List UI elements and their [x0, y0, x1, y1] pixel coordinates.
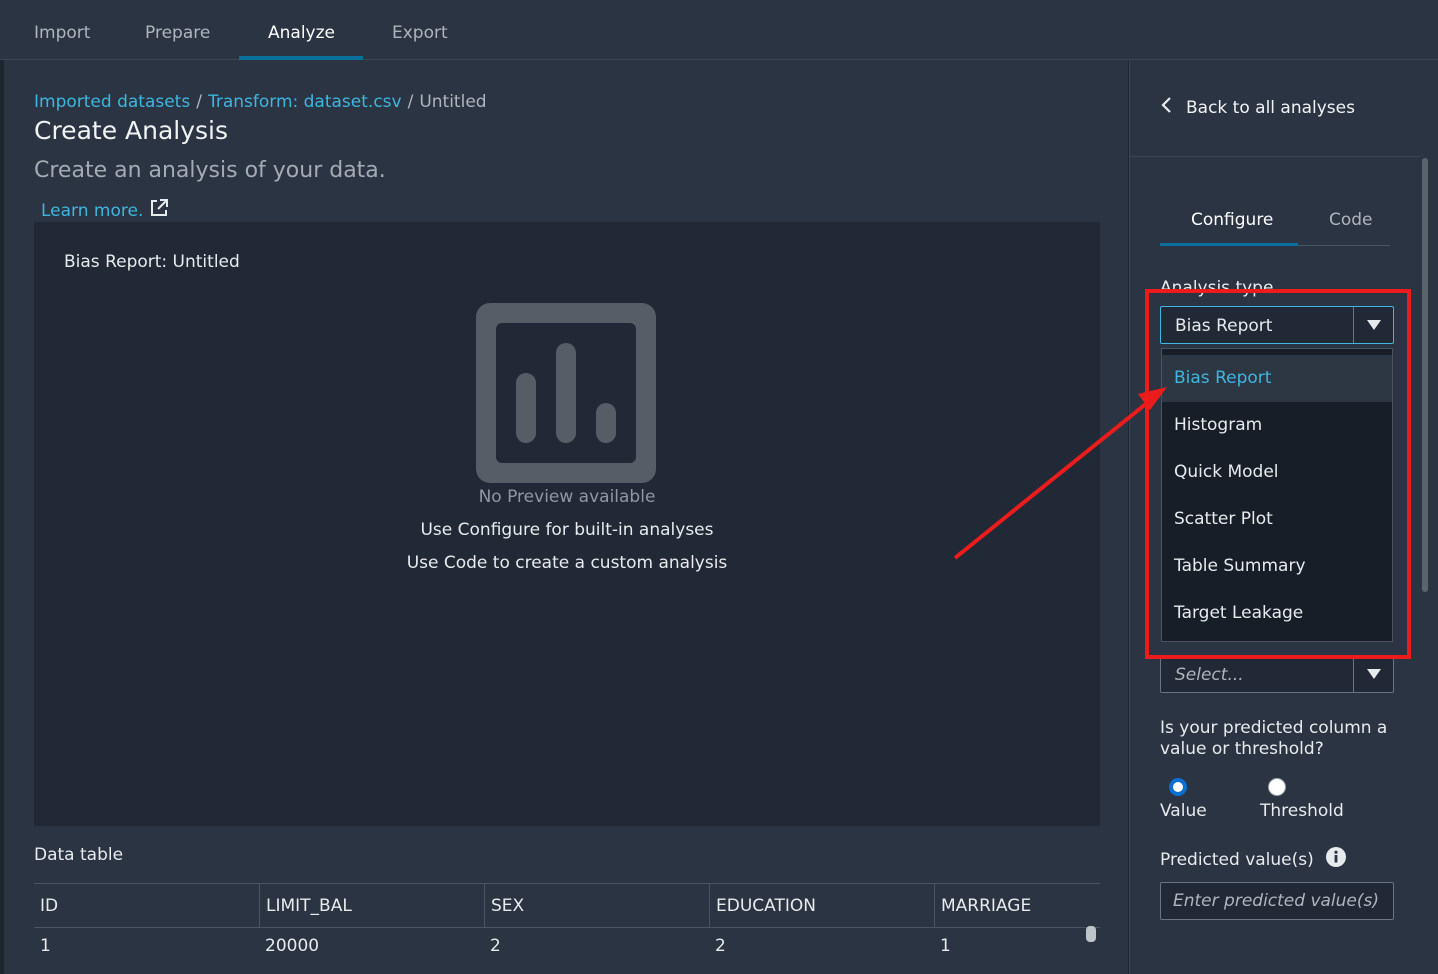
analysis-type-label: Analysis type	[1160, 278, 1274, 298]
page-subtitle: Create an analysis of your data.	[34, 158, 386, 183]
divider	[1130, 156, 1420, 157]
predicted-column-question: Is your predicted column a value or thre…	[1160, 718, 1388, 759]
analysis-config-panel: Back to all analyses Configure Code Anal…	[1129, 60, 1438, 974]
learn-more-link[interactable]: Learn more.	[41, 198, 169, 223]
table-cell: 1	[940, 936, 951, 956]
radio-threshold-label: Threshold	[1260, 801, 1344, 821]
tab-configure[interactable]: Configure	[1191, 210, 1273, 230]
panel-scrollbar[interactable]	[1422, 158, 1428, 592]
analysis-type-dropdown: Bias Report Histogram Quick Model Scatte…	[1161, 348, 1393, 642]
option-table-summary[interactable]: Table Summary	[1162, 543, 1392, 590]
code-hint: Use Code to create a custom analysis	[406, 553, 728, 573]
page-title: Create Analysis	[34, 116, 229, 145]
column-header-marriage[interactable]: MARRIAGE	[934, 884, 1100, 927]
analysis-type-value: Bias Report	[1175, 316, 1273, 336]
caret-down-icon	[1353, 656, 1393, 692]
main-content: Imported datasets / Transform: dataset.csv…	[4, 60, 1128, 974]
preview-title: Bias Report: Untitled	[64, 252, 240, 272]
breadcrumb-imported-datasets[interactable]: Imported datasets	[34, 92, 190, 112]
option-histogram[interactable]: Histogram	[1162, 402, 1392, 449]
breadcrumb-transform[interactable]: Transform: dataset.csv	[208, 92, 402, 112]
column-header-limit-bal[interactable]: LIMIT_BAL	[259, 884, 484, 927]
column-select-placeholder: Select...	[1175, 665, 1244, 685]
column-header-id[interactable]: ID	[34, 884, 259, 927]
option-target-leakage[interactable]: Target Leakage	[1162, 590, 1392, 637]
info-icon[interactable]	[1325, 847, 1346, 872]
table-scrollbar[interactable]	[1086, 926, 1096, 942]
table-cell: 2	[715, 936, 726, 956]
predicted-values-label: Predicted value(s)	[1160, 849, 1314, 870]
no-preview-text: No Preview available	[478, 487, 656, 507]
tab-analyze[interactable]: Analyze	[268, 0, 335, 60]
table-cell: 1	[40, 936, 51, 956]
configure-hint: Use Configure for built-in analyses	[420, 520, 714, 540]
breadcrumb-separator: /	[196, 92, 202, 112]
analysis-type-select[interactable]: Bias Report	[1160, 306, 1394, 344]
back-to-analyses-link[interactable]: Back to all analyses	[1160, 96, 1355, 119]
analysis-preview: Bias Report: Untitled No Preview availab…	[34, 222, 1100, 826]
option-scatter-plot[interactable]: Scatter Plot	[1162, 496, 1392, 543]
column-header-education[interactable]: EDUCATION	[709, 884, 934, 927]
caret-down-icon	[1353, 307, 1393, 343]
breadcrumb-current: Untitled	[419, 92, 487, 112]
radio-value[interactable]	[1169, 778, 1187, 796]
radio-value-label: Value	[1160, 801, 1207, 821]
option-bias-report[interactable]: Bias Report	[1162, 355, 1392, 402]
radio-threshold[interactable]	[1268, 778, 1286, 796]
column-select[interactable]: Select...	[1160, 655, 1394, 693]
table-cell: 2	[490, 936, 501, 956]
breadcrumb-separator: /	[407, 92, 414, 112]
table-cell: 20000	[265, 936, 320, 956]
bar-chart-icon	[476, 303, 656, 483]
column-header-sex[interactable]: SEX	[484, 884, 709, 927]
tab-prepare[interactable]: Prepare	[145, 0, 210, 60]
chevron-left-icon	[1160, 96, 1172, 119]
predicted-values-label-row: Predicted value(s)	[1160, 847, 1346, 872]
predicted-values-input[interactable]	[1160, 882, 1394, 920]
breadcrumb: Imported datasets / Transform: dataset.csv…	[34, 92, 487, 112]
tab-export[interactable]: Export	[392, 0, 448, 60]
back-label: Back to all analyses	[1186, 97, 1355, 118]
external-link-icon	[149, 198, 169, 223]
predicted-values-field[interactable]	[1161, 883, 1393, 919]
tab-import[interactable]: Import	[34, 0, 90, 60]
top-tab-bar: Import Prepare Analyze Export	[0, 0, 1438, 60]
table-header: ID LIMIT_BAL SEX EDUCATION MARRIAGE	[34, 883, 1100, 928]
tab-code[interactable]: Code	[1329, 210, 1373, 230]
data-table-label: Data table	[34, 845, 124, 865]
learn-more-label: Learn more.	[41, 200, 144, 221]
active-tab-indicator	[1160, 243, 1298, 246]
option-quick-model[interactable]: Quick Model	[1162, 449, 1392, 496]
